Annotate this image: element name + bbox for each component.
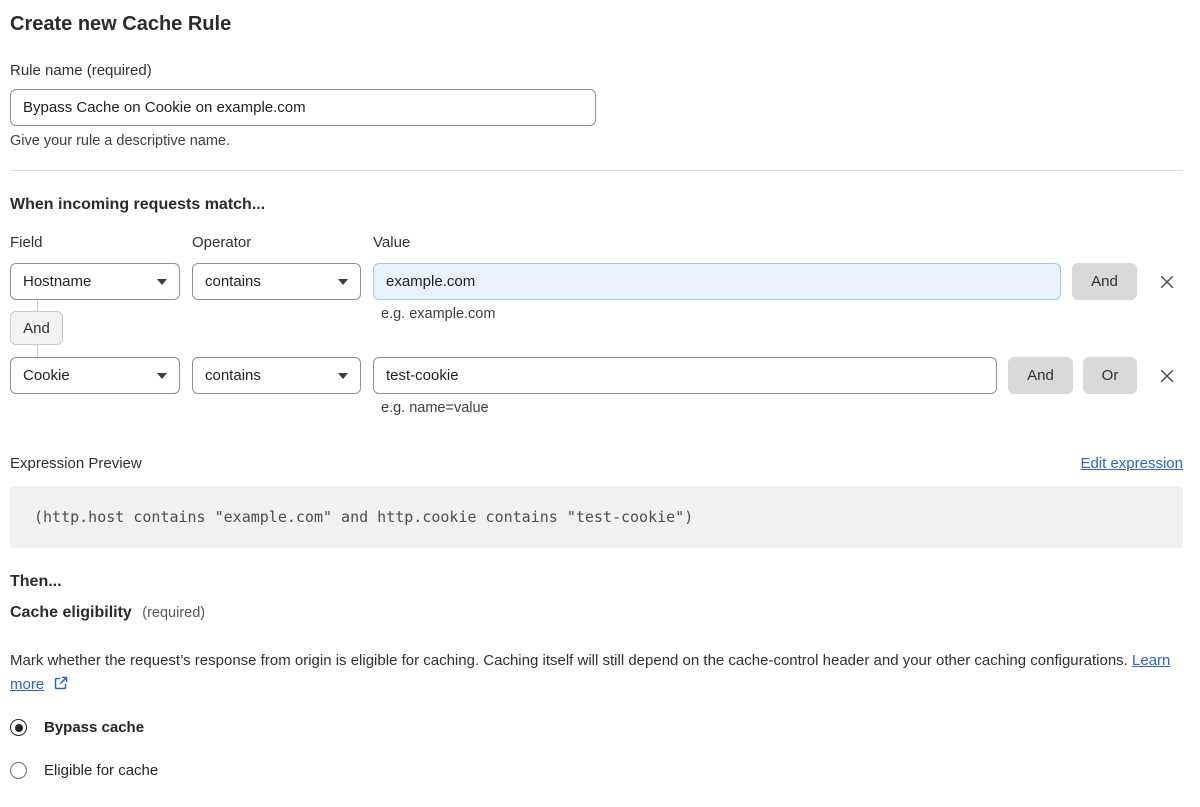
page-title: Create new Cache Rule (10, 13, 232, 35)
connector-line (37, 300, 38, 311)
x-icon (1157, 272, 1177, 292)
rule-name-input[interactable] (10, 89, 596, 126)
value-hint: e.g. example.com (381, 306, 496, 322)
cache-eligibility-description: Mark whether the request’s response from… (10, 649, 1175, 699)
operator-column-label: Operator (192, 234, 252, 251)
field-column-label: Field (10, 234, 43, 251)
add-and-condition-button[interactable]: And (1072, 263, 1137, 300)
radio-option-label: Bypass cache (44, 719, 145, 736)
value-column-label: Value (373, 234, 411, 251)
cache-eligibility-heading: Cache eligibility (required) (10, 603, 1183, 623)
expression-preview-label: Expression Preview (10, 455, 142, 472)
value-input[interactable] (373, 357, 997, 394)
radio-option-eligible-for-cache[interactable]: Eligible for cache (10, 762, 1183, 779)
create-cache-rule-page: Create new Cache Rule Rule name (require… (0, 0, 1200, 807)
chevron-down-icon (338, 372, 348, 379)
chevron-down-icon (157, 278, 167, 285)
radio-option-bypass-cache[interactable]: Bypass cache (10, 719, 1183, 736)
connector-line (37, 345, 38, 357)
expression-preview-header: Expression Preview Edit expression (10, 455, 1183, 473)
value-hint: e.g. name=value (381, 400, 489, 416)
operator-select-value: contains (205, 367, 261, 384)
condition-column-labels: Field Operator Value (10, 234, 1183, 251)
x-icon (1157, 366, 1177, 386)
operator-select-value: contains (205, 273, 261, 290)
radio-unselected-icon[interactable] (10, 762, 27, 779)
field-select-value: Cookie (23, 367, 70, 384)
expression-code-text: (http.host contains "example.com" and ht… (34, 508, 694, 526)
connector-and-button[interactable]: And (10, 311, 63, 345)
add-or-condition-button[interactable]: Or (1083, 357, 1137, 394)
field-select[interactable]: Cookie (10, 357, 180, 394)
rule-name-helper: Give your rule a descriptive name. (10, 133, 231, 149)
remove-condition-button[interactable] (1156, 263, 1178, 300)
condition-row-1: Hostname contains And (10, 263, 1183, 300)
operator-select[interactable]: contains (192, 357, 361, 394)
cache-eligibility-title: Cache eligibility (10, 604, 132, 621)
value-input[interactable] (373, 263, 1061, 300)
field-select[interactable]: Hostname (10, 263, 180, 300)
divider (10, 170, 1183, 171)
add-and-condition-button[interactable]: And (1008, 357, 1073, 394)
rule-name-label: Rule name (required) (10, 62, 152, 79)
match-heading: When incoming requests match... (10, 196, 266, 213)
field-select-value: Hostname (23, 273, 92, 290)
remove-condition-button[interactable] (1156, 357, 1178, 394)
radio-option-label: Eligible for cache (44, 762, 159, 779)
chevron-down-icon (338, 278, 348, 285)
edit-expression-link[interactable]: Edit expression (1080, 455, 1183, 473)
required-note: (required) (142, 605, 206, 621)
expression-preview-code: (http.host contains "example.com" and ht… (10, 486, 1183, 548)
description-text: Mark whether the request’s response from… (10, 652, 1128, 669)
condition-row-2: Cookie contains And Or (10, 357, 1183, 394)
then-heading: Then... (10, 573, 62, 590)
external-link-icon (53, 675, 69, 699)
operator-select[interactable]: contains (192, 263, 361, 300)
chevron-down-icon (157, 372, 167, 379)
radio-selected-icon[interactable] (10, 719, 27, 736)
condition-connector-area: And e.g. example.com (10, 300, 1183, 357)
